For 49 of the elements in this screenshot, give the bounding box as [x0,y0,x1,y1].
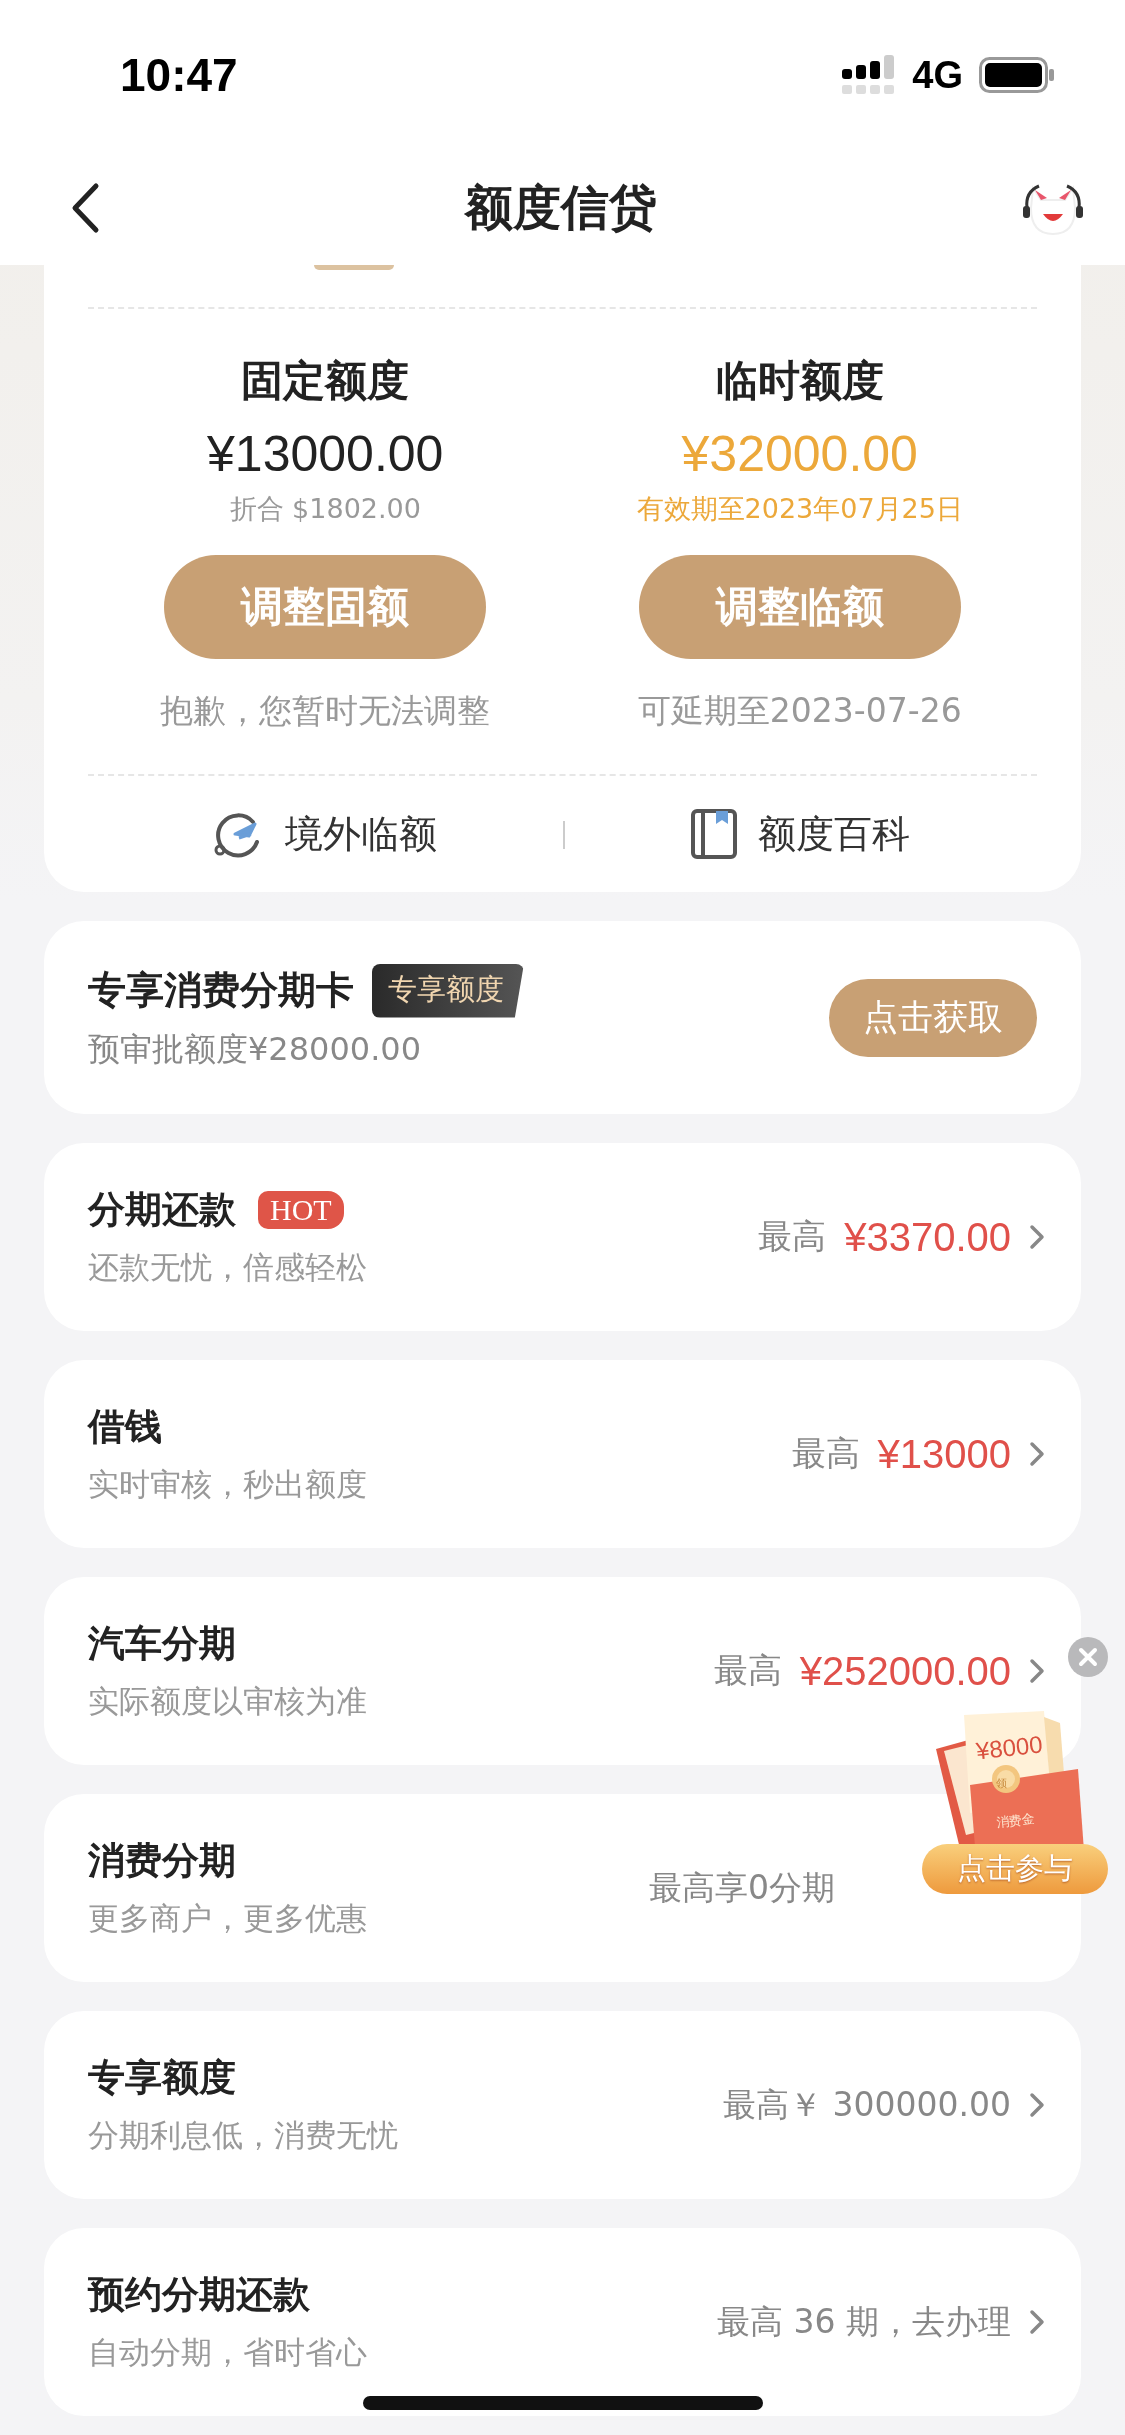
row-detail: 最高享0分期 [649,1866,835,1909]
max-label: 最高 [758,1215,827,1258]
quota-amount: ¥32000.00 [681,425,918,483]
max-label: 最高 [791,1432,860,1475]
row-detail: 最高￥ 300000.00 [723,2083,1011,2126]
link-label[interactable]: 境外临额 [285,808,438,860]
adjust-button[interactable]: 调整固额 [164,555,487,659]
quota-title: 临时额度 [715,355,884,407]
signal-icon [842,55,897,95]
row-subtitle: 还款无忧，倍感轻松 [88,1248,367,1287]
max-amount: ¥13000 [877,1431,1011,1477]
max-amount: ¥3370.00 [844,1214,1011,1260]
quota-hint: 抱歉，您暂时无法调整 [160,690,491,732]
row-title: 消费分期 [88,1838,236,1884]
card-subtitle: 预审批额度¥28000.00 [88,1028,423,1070]
link-label[interactable]: 额度百科 [757,808,910,860]
book-icon [689,808,738,860]
battery-icon [979,57,1055,93]
network-label: 4G [912,53,963,97]
quota-note: 有效期至2023年07月25日 [636,492,963,526]
join-button[interactable]: 点击参与 [922,1844,1108,1894]
max-amount: ¥252000.00 [799,1648,1011,1694]
row-title: 预约分期还款 [88,2272,310,2318]
row-title: 汽车分期 [88,1621,236,1667]
row-title: 借钱 [88,1404,162,1450]
back-icon[interactable] [70,181,100,234]
quota-amount: ¥13000.00 [207,425,444,483]
row-subtitle: 实际额度以审核为准 [88,1682,367,1721]
row-title: 分期还款 [88,1187,236,1233]
get-button[interactable]: 点击获取 [829,978,1037,1057]
envelope-label: 消费金 [995,1810,1036,1832]
quota-title: 固定额度 [241,355,410,407]
row-subtitle: 实时审核，秒出额度 [88,1465,367,1504]
quota-hint: 可延期至2023-07-26 [637,690,962,732]
page-title: 额度信贷 [464,177,657,237]
card-title: 专享消费分期卡 [88,967,354,1014]
quota-note: 折合 $1802.00 [229,492,421,526]
max-label: 最高 [713,1649,782,1692]
exclusive-badge: 专享额度 [372,963,524,1018]
row-subtitle: 分期利息低，消费无忧 [88,2116,398,2155]
clock: 10:47 [120,48,238,102]
row-subtitle: 更多商户，更多优惠 [88,1899,367,1938]
coin-label: 领 [996,1776,1007,1791]
adjust-button[interactable]: 调整临额 [638,555,961,659]
envelope-amount: ¥8000 [974,1730,1045,1766]
row-subtitle: 自动分期，省时省心 [88,2333,367,2372]
hot-badge: HOT [258,1191,344,1229]
row-detail: 最高 36 期，去办理 [717,2300,1011,2343]
row-title: 专享额度 [88,2055,236,2101]
